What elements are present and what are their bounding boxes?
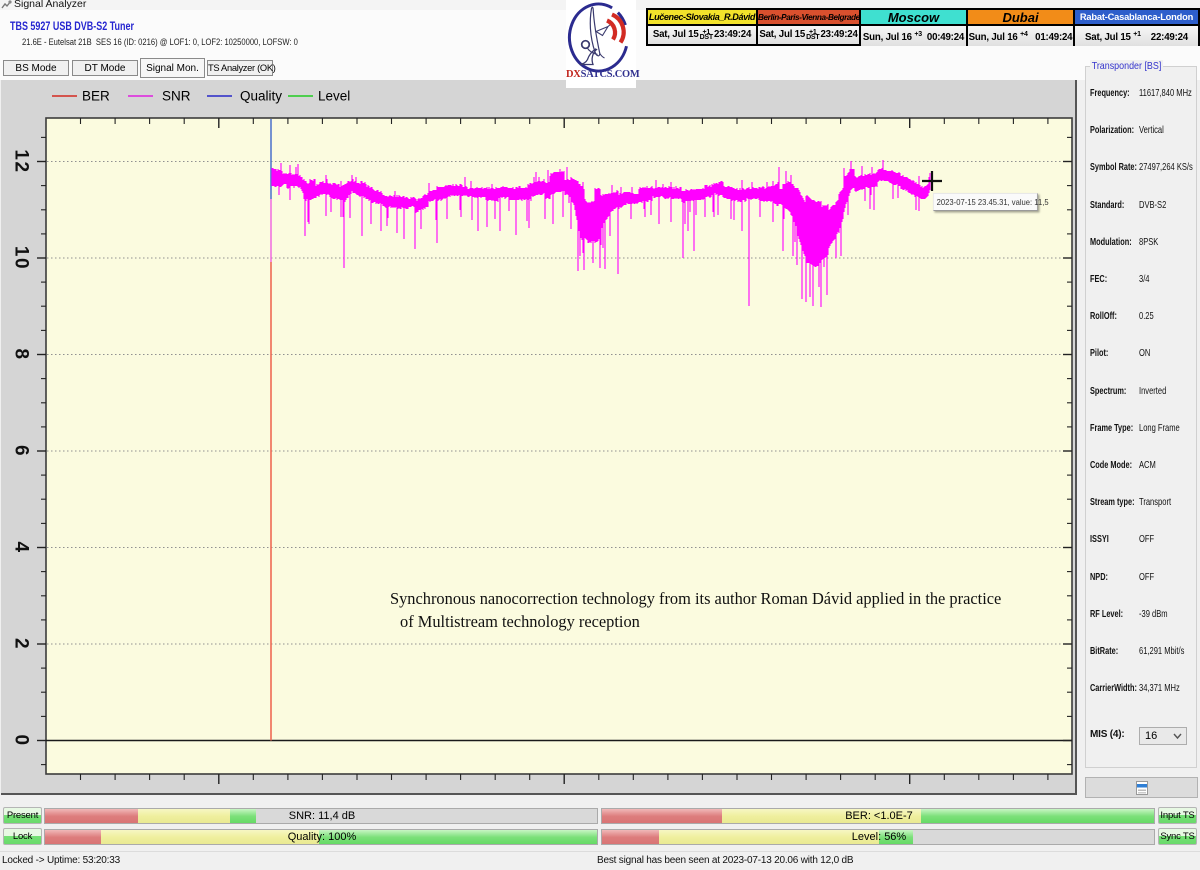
svg-text:Synchronous nanocorrection tec: Synchronous nanocorrection technology fr… [390,589,1001,608]
svg-text:of Multistream technology rece: of Multistream technology reception [400,612,640,631]
svg-text:Quality: Quality [240,89,282,104]
svg-text:4: 4 [11,541,32,553]
svg-text:2: 2 [11,638,32,650]
svg-text:0: 0 [11,734,32,746]
svg-text:Level: Level [318,89,350,104]
svg-text:6: 6 [11,445,32,457]
svg-text:12: 12 [11,149,32,173]
svg-text:8: 8 [11,348,32,360]
svg-text:BER: BER [82,89,110,104]
svg-text:10: 10 [11,246,32,270]
svg-text:SNR: SNR [162,89,191,104]
